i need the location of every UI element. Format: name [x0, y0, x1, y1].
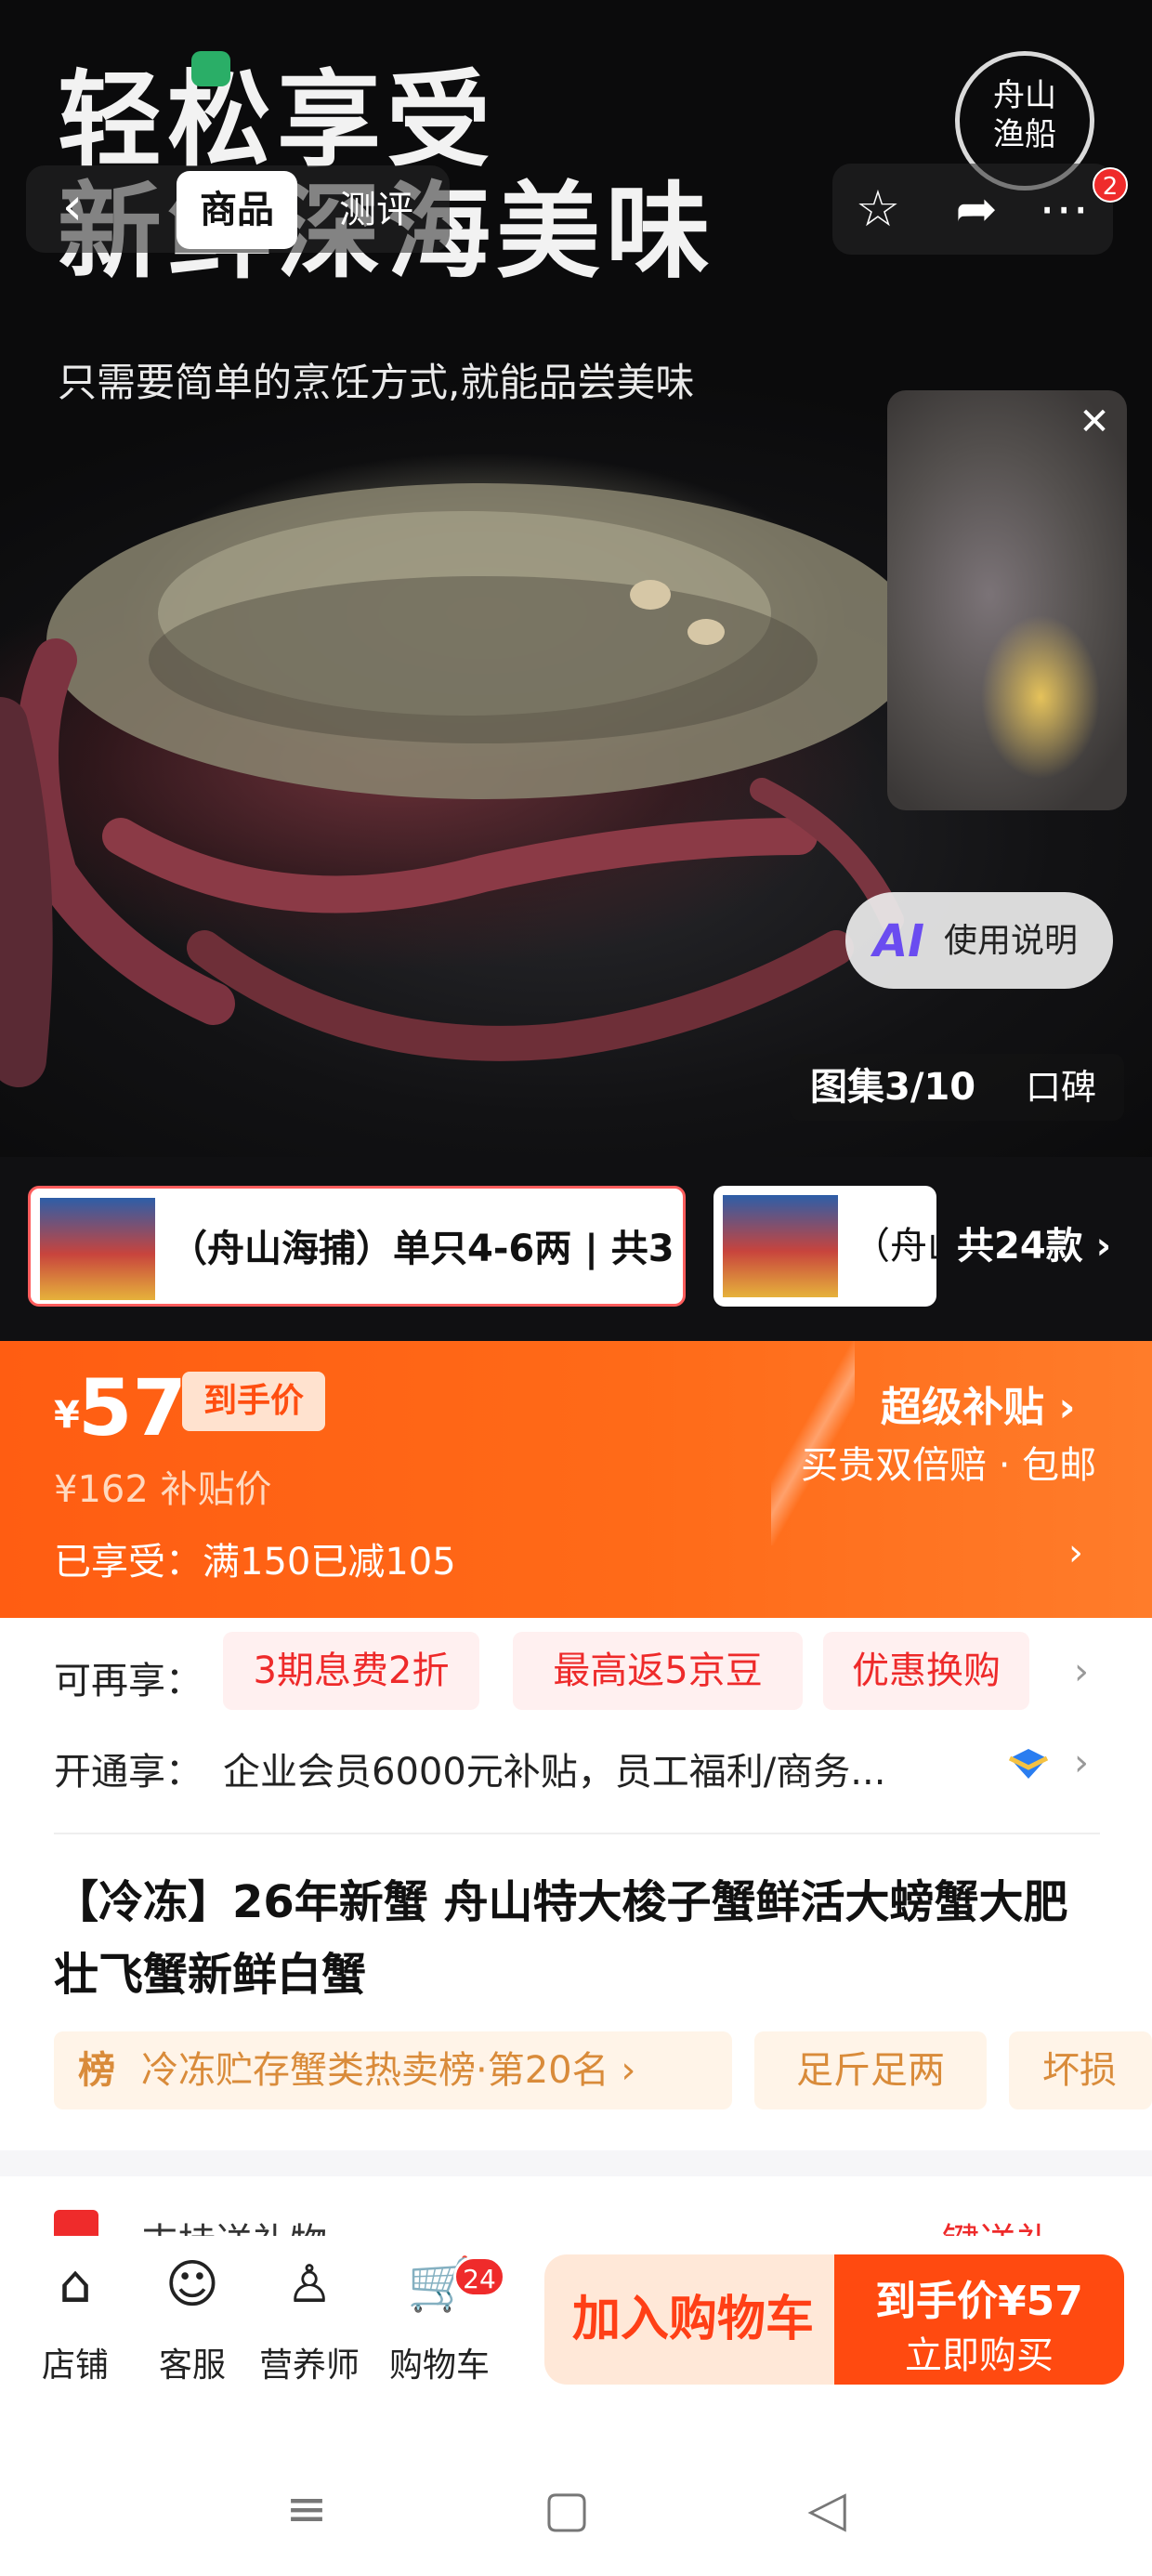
cart-count-badge: 24 — [453, 2256, 505, 2297]
benefit-chip[interactable]: 优惠换购 — [823, 1632, 1029, 1710]
variant-thumbnail — [40, 1198, 155, 1300]
share-button[interactable]: ➦ — [942, 175, 1011, 243]
wechat-icon — [191, 51, 230, 86]
variant-option[interactable]: （舟山 — [713, 1186, 936, 1307]
variant-label: （舟山 — [853, 1225, 936, 1268]
vip-label: 开通享： — [54, 1751, 203, 1794]
variant-label: （舟山海捕）单只4-6两 | 共3 — [170, 1228, 674, 1270]
service-tag[interactable]: 足斤足两 — [754, 2031, 987, 2109]
chevron-left-icon: ‹ — [61, 177, 84, 237]
ai-guide-label: 使用说明 — [944, 922, 1079, 960]
customer-service-icon: ☺ — [164, 2254, 220, 2315]
benefit-chip[interactable]: 3期息费2折 — [223, 1632, 479, 1710]
super-subsidy-label: 超级补贴 — [881, 1384, 1044, 1431]
benefit-chip[interactable]: 最高返5京豆 — [513, 1632, 803, 1710]
nav-store-label: 店铺 — [41, 2346, 109, 2385]
variant-thumbnail — [723, 1195, 838, 1297]
subsidy-price-value: ¥162 — [54, 1468, 149, 1511]
video-preview[interactable] — [887, 390, 1127, 810]
buy-now-button[interactable]: 到手价¥57 立即购买 — [834, 2254, 1124, 2385]
chevron-right-icon[interactable]: › — [1074, 1650, 1089, 1693]
super-subsidy-desc: 买贵双倍赔 · 包邮 — [801, 1444, 1097, 1487]
share-icon: ➦ — [955, 179, 998, 238]
nav-store[interactable]: ⌂ 店铺 — [15, 2253, 136, 2411]
nav-service-label: 客服 — [158, 2346, 226, 2385]
buy-now-price: 到手价¥57 — [875, 2278, 1083, 2325]
tab-product[interactable]: 商品 — [177, 171, 297, 249]
super-subsidy[interactable]: 超级补贴 › — [881, 1373, 1075, 1433]
nav-nutritionist-label: 营养师 — [258, 2346, 360, 2385]
nav-nutritionist[interactable]: ♙ 营养师 — [249, 2253, 370, 2411]
menu-icon[interactable]: ≡ — [269, 2472, 344, 2546]
hero-headline: 轻松享受 — [58, 59, 496, 181]
store-icon: ⌂ — [59, 2254, 92, 2315]
vip-offer[interactable]: 企业会员6000元补贴，员工福利/商务... — [223, 1741, 885, 1795]
service-tag[interactable]: 坏损包 — [1009, 2031, 1152, 2109]
nutritionist-icon: ♙ — [285, 2254, 334, 2315]
ai-icon: AI — [873, 915, 925, 967]
discount-applied[interactable]: 已享受：满150已减105 — [54, 1531, 456, 1585]
more-button[interactable]: ⋯ — [1029, 175, 1098, 243]
notification-badge: 2 — [1093, 167, 1128, 203]
subsidy-price-label: 补贴价 — [160, 1468, 272, 1511]
enterprise-diamond-icon — [1008, 1749, 1049, 1779]
more-icon: ⋯ — [1039, 179, 1089, 238]
star-icon: ☆ — [855, 179, 901, 238]
crab-image — [0, 483, 920, 1087]
home-icon[interactable]: ▢ — [530, 2472, 604, 2546]
product-title: 【冷冻】26年新蟹 舟山特大梭子蟹鲜活大螃蟹大肥壮飞蟹新鲜白蟹 — [54, 1876, 1068, 2001]
close-icon: ✕ — [1079, 401, 1110, 443]
subsidy-price: ¥162 补贴价 — [54, 1459, 272, 1513]
ranking-icon: 榜 — [78, 2049, 115, 2092]
album-counter[interactable]: 图集3/10 — [810, 1054, 975, 1121]
nav-cart-label: 购物车 — [388, 2346, 490, 2385]
chevron-right-icon[interactable]: › — [1068, 1531, 1083, 1574]
add-to-cart-button[interactable]: 加入购物车 — [544, 2254, 842, 2385]
extra-benefits-label: 可再享： — [54, 1660, 203, 1702]
currency-symbol: ¥ — [54, 1394, 80, 1437]
ranking-label: 冷冻贮存蟹类热卖榜·第20名 — [141, 2049, 609, 2092]
back-triangle-icon[interactable]: ◁ — [790, 2472, 864, 2546]
chevron-right-icon[interactable]: › — [1074, 1741, 1089, 1784]
variant-total-label: 共24款 — [957, 1225, 1083, 1268]
close-video-button[interactable]: ✕ — [1067, 394, 1122, 450]
back-button[interactable]: ‹ — [45, 177, 100, 242]
nav-customer-service[interactable]: ☺ 客服 — [132, 2253, 253, 2411]
variant-total[interactable]: 共24款 › — [957, 1186, 1111, 1307]
review-link[interactable]: 口碑 — [1026, 1054, 1096, 1121]
product-image-gallery[interactable]: 轻松享受 新鲜深海美味 只需要简单的烹饪方式,就能品尝美味 ‹ 商品 测评 舟山… — [0, 0, 1152, 1157]
variant-option-selected[interactable]: （舟山海捕）单只4-6两 | 共3 — [28, 1186, 686, 1307]
hero-subline: 只需要简单的烹饪方式,就能品尝美味 — [58, 360, 695, 405]
final-price-tag: 到手价 — [182, 1372, 325, 1431]
section-gap — [0, 2150, 1152, 2176]
favorite-button[interactable]: ☆ — [844, 175, 912, 243]
buy-now-label: 立即购买 — [905, 2334, 1054, 2377]
divider — [54, 1833, 1100, 1834]
final-price: 57 — [78, 1362, 187, 1453]
tab-review[interactable]: 测评 — [325, 171, 427, 249]
ranking-text: 冷冻贮存蟹类热卖榜·第20名 › — [141, 2049, 636, 2092]
